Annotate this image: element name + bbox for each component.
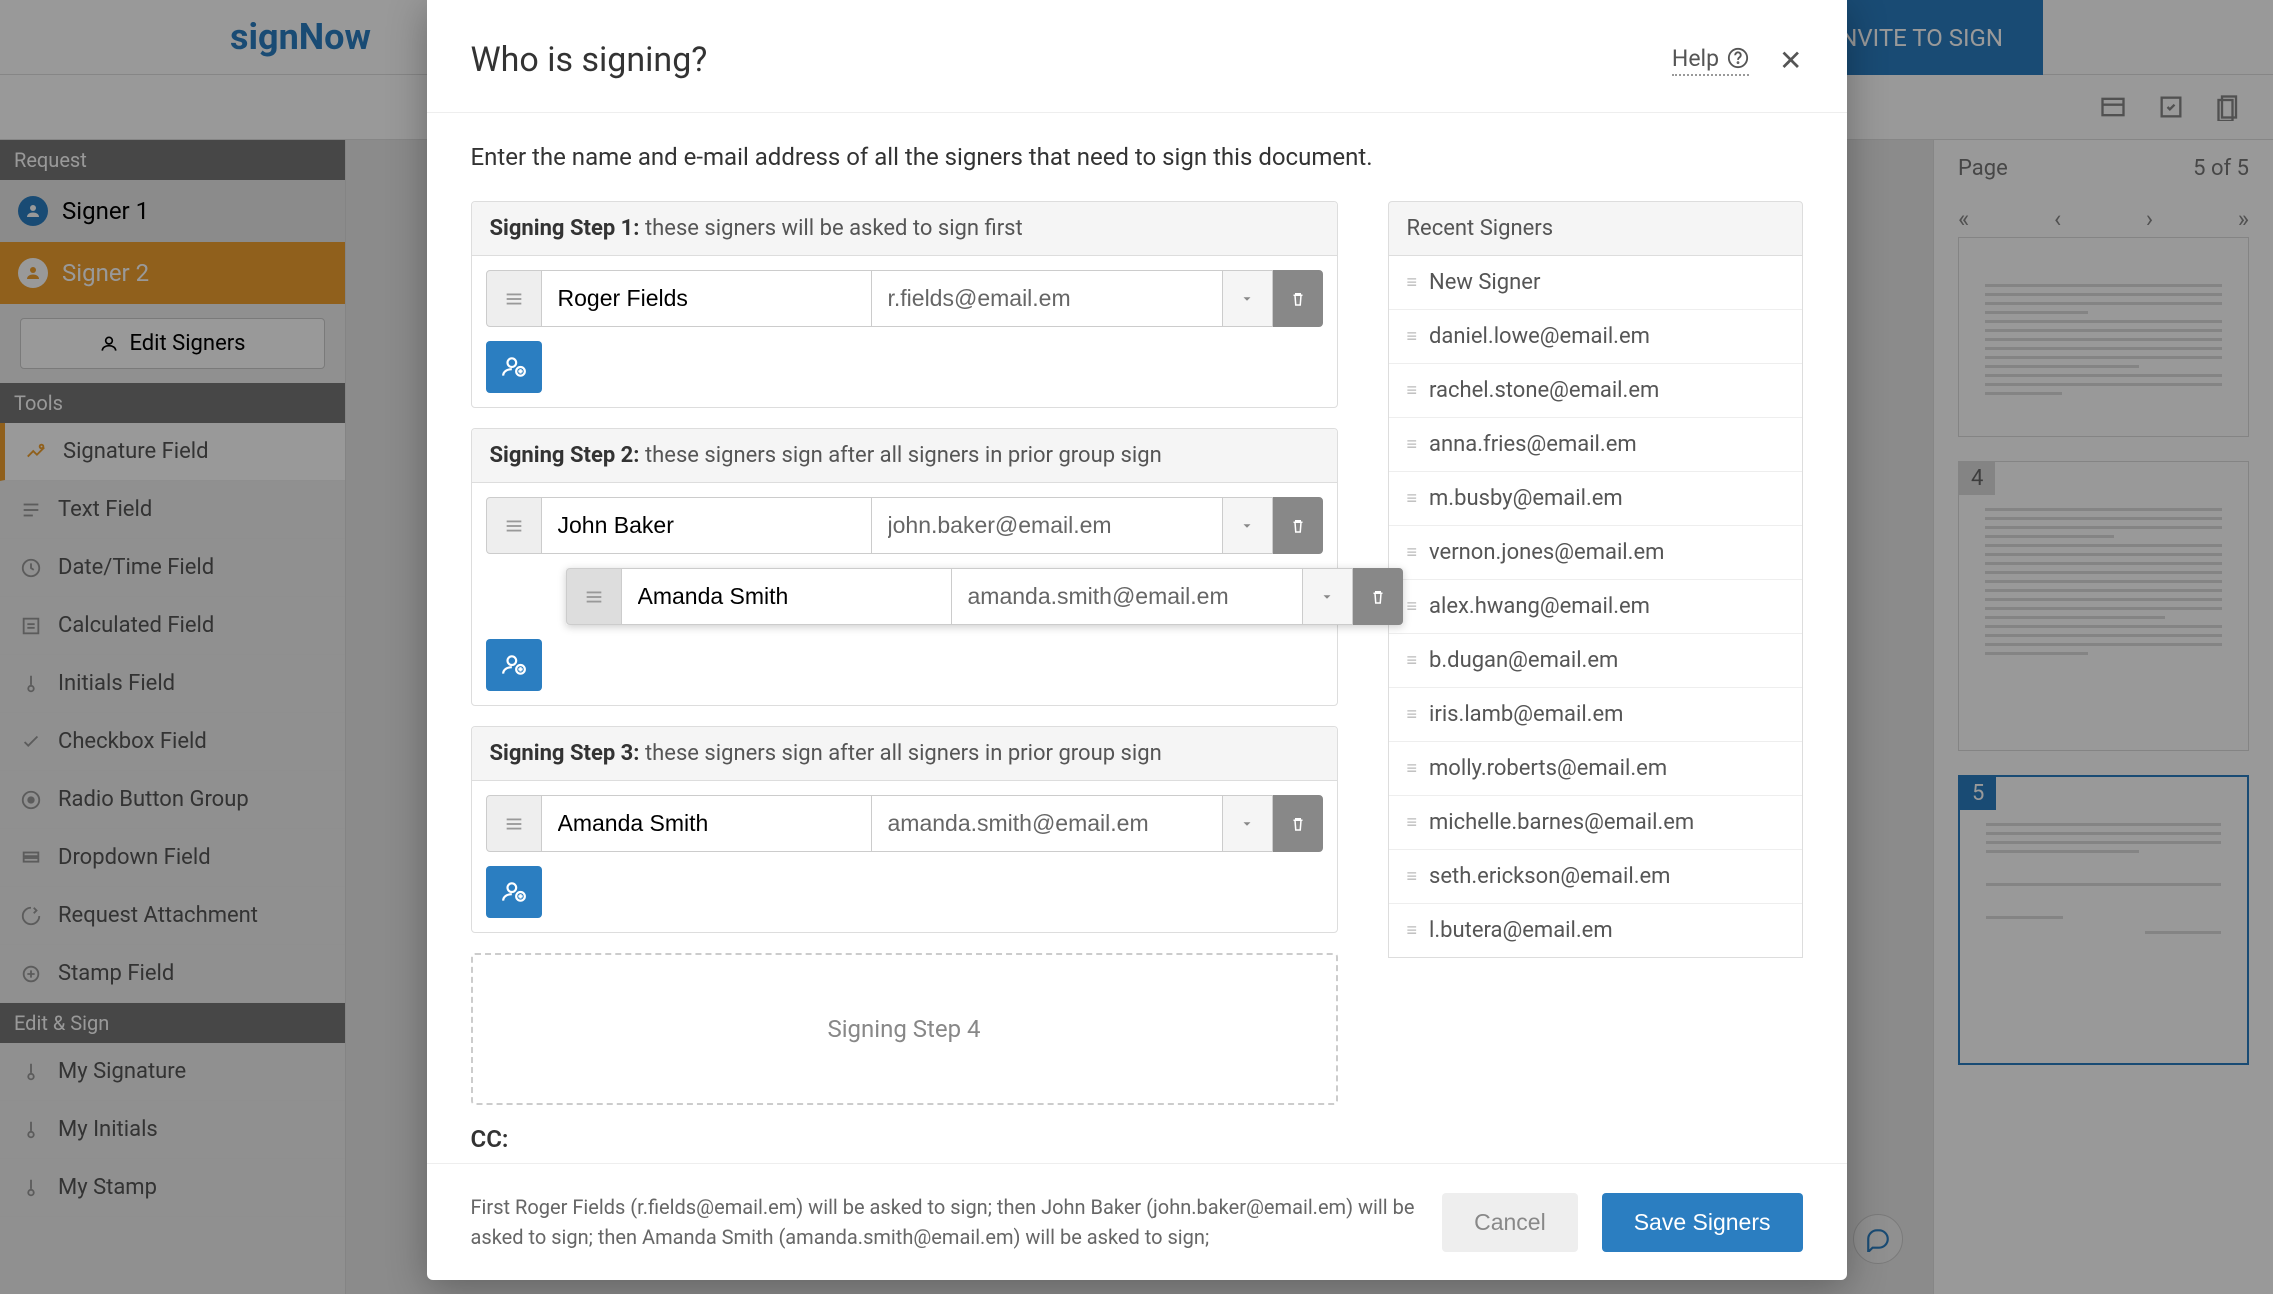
signing-step-3: Signing Step 3: these signers sign after… <box>471 726 1338 933</box>
signer-dropdown-button[interactable] <box>1223 497 1273 554</box>
signer-dropdown-button[interactable] <box>1223 270 1273 327</box>
recent-signer-item[interactable]: ≡ b.dugan@email.em <box>1389 634 1802 688</box>
grip-icon: ≡ <box>1407 542 1418 563</box>
grip-icon: ≡ <box>1407 758 1418 779</box>
recent-signer-label: m.busby@email.em <box>1429 486 1623 511</box>
recent-signer-item[interactable]: ≡ seth.erickson@email.em <box>1389 850 1802 904</box>
signer-email-input[interactable] <box>872 795 1223 852</box>
step-header: Signing Step 2: these signers sign after… <box>472 429 1337 483</box>
recent-signer-item[interactable]: ≡ iris.lamb@email.em <box>1389 688 1802 742</box>
delete-signer-button[interactable] <box>1273 270 1323 327</box>
grip-icon: ≡ <box>1407 488 1418 509</box>
signer-email-input[interactable] <box>872 270 1223 327</box>
cc-label: CC: <box>471 1125 1338 1153</box>
recent-signer-item[interactable]: ≡ anna.fries@email.em <box>1389 418 1802 472</box>
drag-handle-icon[interactable] <box>486 795 542 852</box>
add-signer-button[interactable] <box>486 866 542 918</box>
grip-icon: ≡ <box>1407 866 1418 887</box>
drag-handle-icon[interactable] <box>486 270 542 327</box>
recent-signer-item[interactable]: ≡ molly.roberts@email.em <box>1389 742 1802 796</box>
cancel-button[interactable]: Cancel <box>1442 1193 1578 1252</box>
signer-row <box>486 270 1323 327</box>
signer-email-input[interactable] <box>952 568 1303 625</box>
delete-signer-button[interactable] <box>1273 497 1323 554</box>
grip-icon: ≡ <box>1407 380 1418 401</box>
drag-handle-icon[interactable] <box>566 568 622 625</box>
signer-dropdown-button[interactable] <box>1223 795 1273 852</box>
delete-signer-button[interactable] <box>1273 795 1323 852</box>
recent-signer-label: alex.hwang@email.em <box>1429 594 1650 619</box>
modal-title: Who is signing? <box>471 40 708 80</box>
signer-dropdown-button[interactable] <box>1303 568 1353 625</box>
help-label: Help <box>1672 45 1719 72</box>
signer-email-input[interactable] <box>872 497 1223 554</box>
signing-step-1: Signing Step 1: these signers will be as… <box>471 201 1338 408</box>
recent-signers-header: Recent Signers <box>1388 201 1803 256</box>
signing-summary: First Roger Fields (r.fields@email.em) w… <box>471 1192 1419 1252</box>
recent-signer-item[interactable]: ≡ daniel.lowe@email.em <box>1389 310 1802 364</box>
recent-signer-label: New Signer <box>1429 270 1540 295</box>
drag-handle-icon[interactable] <box>486 497 542 554</box>
signer-name-input[interactable] <box>622 568 952 625</box>
help-link[interactable]: Help <box>1672 45 1749 76</box>
recent-signer-label: anna.fries@email.em <box>1429 432 1637 457</box>
signer-row <box>566 568 1403 625</box>
grip-icon: ≡ <box>1407 920 1418 941</box>
recent-signer-label: michelle.barnes@email.em <box>1429 810 1694 835</box>
signing-step-dropzone[interactable]: Signing Step 4 <box>471 953 1338 1105</box>
recent-signer-label: b.dugan@email.em <box>1429 648 1618 673</box>
close-icon[interactable]: ✕ <box>1779 44 1802 77</box>
signer-name-input[interactable] <box>542 795 872 852</box>
modal-instruction: Enter the name and e-mail address of all… <box>471 143 1803 171</box>
recent-signer-label: vernon.jones@email.em <box>1429 540 1664 565</box>
recent-signer-label: seth.erickson@email.em <box>1429 864 1670 889</box>
recent-signer-label: rachel.stone@email.em <box>1429 378 1659 403</box>
signing-step-2: Signing Step 2: these signers sign after… <box>471 428 1338 706</box>
recent-signer-item[interactable]: ≡ rachel.stone@email.em <box>1389 364 1802 418</box>
help-icon <box>1727 47 1749 69</box>
recent-signer-label: molly.roberts@email.em <box>1429 756 1667 781</box>
recent-signer-item[interactable]: ≡ alex.hwang@email.em <box>1389 580 1802 634</box>
grip-icon: ≡ <box>1407 812 1418 833</box>
grip-icon: ≡ <box>1407 650 1418 671</box>
recent-signer-label: iris.lamb@email.em <box>1429 702 1623 727</box>
grip-icon: ≡ <box>1407 434 1418 455</box>
recent-signer-item[interactable]: ≡ New Signer <box>1389 256 1802 310</box>
signer-name-input[interactable] <box>542 497 872 554</box>
recent-signer-label: daniel.lowe@email.em <box>1429 324 1650 349</box>
grip-icon: ≡ <box>1407 596 1418 617</box>
signer-row <box>486 497 1323 554</box>
grip-icon: ≡ <box>1407 272 1418 293</box>
signing-modal: Who is signing? Help ✕ Enter the name an… <box>427 0 1847 1280</box>
step-header: Signing Step 1: these signers will be as… <box>472 202 1337 256</box>
add-signer-button[interactable] <box>486 341 542 393</box>
grip-icon: ≡ <box>1407 704 1418 725</box>
step-header: Signing Step 3: these signers sign after… <box>472 727 1337 781</box>
signer-name-input[interactable] <box>542 270 872 327</box>
save-signers-button[interactable]: Save Signers <box>1602 1193 1803 1252</box>
signer-row <box>486 795 1323 852</box>
recent-signer-item[interactable]: ≡ vernon.jones@email.em <box>1389 526 1802 580</box>
grip-icon: ≡ <box>1407 326 1418 347</box>
recent-signer-label: l.butera@email.em <box>1429 918 1613 943</box>
recent-signer-item[interactable]: ≡ m.busby@email.em <box>1389 472 1802 526</box>
recent-signer-item[interactable]: ≡ l.butera@email.em <box>1389 904 1802 957</box>
add-signer-button[interactable] <box>486 639 542 691</box>
recent-signer-item[interactable]: ≡ michelle.barnes@email.em <box>1389 796 1802 850</box>
delete-signer-button[interactable] <box>1353 568 1403 625</box>
